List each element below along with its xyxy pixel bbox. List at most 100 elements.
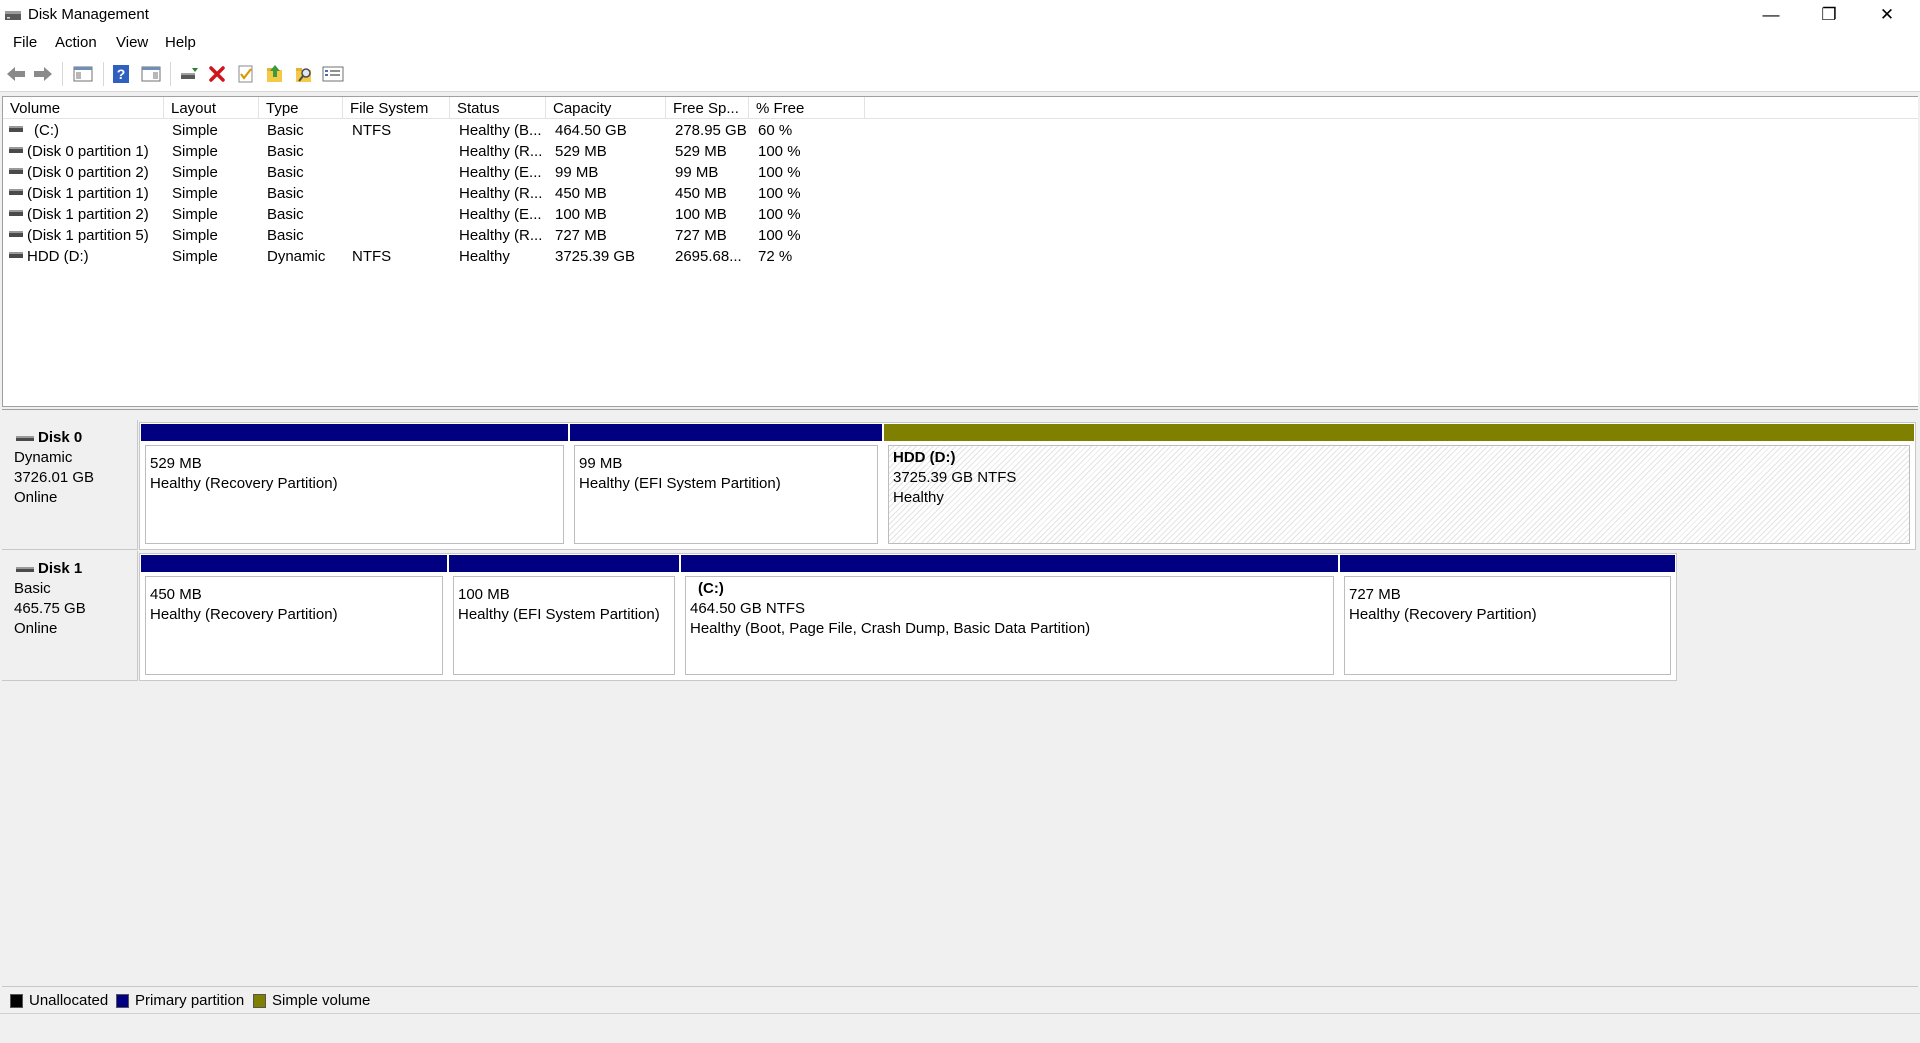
disk-graphical-view: Disk 0 Dynamic 3726.01 GB Online 529 MB … [2, 409, 1918, 1009]
partition-details: HDD (D:) 3725.39 GB NTFS Healthy [888, 445, 1910, 544]
close-button[interactable]: ✕ [1858, 0, 1916, 30]
settings-list-button[interactable] [321, 62, 345, 86]
column-header-layout[interactable]: Layout [164, 97, 259, 119]
search-folder-icon [296, 68, 311, 82]
legend-swatch [10, 993, 23, 1008]
partition-size: 464.50 GB NTFS [690, 600, 806, 617]
forward-button[interactable] [31, 62, 55, 86]
menu-file[interactable]: File [11, 34, 39, 51]
volume-free-space: 100 MB [675, 206, 727, 223]
volume-row[interactable]: (Disk 1 partition 1) Simple Basic Health… [3, 183, 1918, 204]
volume-percent-free: 100 % [758, 143, 801, 160]
volume-layout: Simple [172, 248, 218, 265]
disk-1-partition-1[interactable]: 450 MB Healthy (Recovery Partition) [141, 555, 447, 679]
volume-percent-free: 100 % [758, 164, 801, 181]
disk-1-volume-c[interactable]: (C:) 464.50 GB NTFS Healthy (Boot, Page … [681, 555, 1338, 679]
volume-row[interactable]: (Disk 1 partition 2) Simple Basic Health… [3, 204, 1918, 225]
properties-button[interactable] [234, 62, 258, 86]
partition-details: 450 MB Healthy (Recovery Partition) [145, 576, 443, 675]
column-header-free-space[interactable]: Free Sp... [666, 97, 749, 119]
volume-name: HDD (D:) [27, 248, 89, 265]
legend-label: Unallocated [29, 992, 109, 1009]
partition-details: 727 MB Healthy (Recovery Partition) [1344, 576, 1671, 675]
volume-capacity: 464.50 GB [555, 122, 627, 139]
disk-kind: Dynamic [14, 449, 73, 466]
svg-text:?: ? [117, 66, 126, 82]
window-title: Disk Management [28, 6, 149, 23]
disk-1-partition-2[interactable]: 100 MB Healthy (EFI System Partition) [449, 555, 679, 679]
primary-partition-band [141, 555, 447, 572]
legend-unallocated: Unallocated [10, 992, 108, 1009]
volume-row[interactable]: HDD (D:) Simple Dynamic NTFS Healthy 372… [3, 246, 1918, 267]
primary-partition-band [141, 424, 568, 441]
disk-0-partition-2[interactable]: 99 MB Healthy (EFI System Partition) [570, 424, 882, 548]
column-header-type[interactable]: Type [259, 97, 343, 119]
partition-details: 99 MB Healthy (EFI System Partition) [574, 445, 878, 544]
legend-primary-partition: Primary partition [116, 992, 244, 1009]
volume-layout: Simple [172, 122, 218, 139]
search-folder-button[interactable] [292, 62, 316, 86]
help-icon: ? [113, 65, 129, 83]
help-button[interactable]: ? [109, 62, 133, 86]
show-hide-console-tree-button[interactable] [71, 62, 95, 86]
menu-action[interactable]: Action [53, 34, 99, 51]
connect-virtual-disk-button[interactable] [177, 62, 201, 86]
volume-icon [9, 231, 23, 237]
partition-volume-name: HDD (D:) [893, 449, 956, 466]
minimize-icon: — [1762, 5, 1780, 24]
disk-kind: Basic [14, 580, 51, 597]
volume-status: Healthy (R... [459, 185, 543, 202]
menu-view[interactable]: View [114, 34, 150, 51]
toolbar: ? [0, 56, 1920, 92]
status-bar [0, 1013, 1920, 1043]
up-folder-button[interactable] [263, 62, 287, 86]
column-header-percent-free[interactable]: % Free [749, 97, 865, 119]
volume-capacity: 450 MB [555, 185, 607, 202]
volume-row[interactable]: (Disk 0 partition 1) Simple Basic Health… [3, 141, 1918, 162]
menu-help[interactable]: Help [163, 34, 198, 51]
volume-status: Healthy (R... [459, 227, 543, 244]
volume-name: (Disk 0 partition 2) [27, 164, 149, 181]
volume-layout: Simple [172, 227, 218, 244]
volume-name: (Disk 1 partition 5) [27, 227, 149, 244]
volume-capacity: 529 MB [555, 143, 607, 160]
close-icon: ✕ [1879, 5, 1895, 24]
primary-partition-band [1340, 555, 1675, 572]
volume-percent-free: 60 % [758, 122, 793, 139]
volume-name: (Disk 1 partition 1) [27, 185, 149, 202]
disk-state: Online [14, 620, 58, 637]
volume-status: Healthy (R... [459, 143, 543, 160]
partition-size: 99 MB [579, 455, 623, 472]
column-header-file-system[interactable]: File System [343, 97, 450, 119]
column-header-volume[interactable]: Volume [3, 97, 164, 119]
volume-row[interactable]: (Disk 0 partition 2) Simple Basic Health… [3, 162, 1918, 183]
back-button[interactable] [4, 62, 28, 86]
disk-0-partition-1[interactable]: 529 MB Healthy (Recovery Partition) [141, 424, 568, 548]
volume-row[interactable]: (C:) Simple Basic NTFS Healthy (B... 464… [3, 120, 1918, 141]
delete-button[interactable] [205, 62, 229, 86]
disk-0-volume-hdd-d[interactable]: HDD (D:) 3725.39 GB NTFS Healthy [884, 424, 1914, 548]
column-header-status[interactable]: Status [450, 97, 546, 119]
legend: Unallocated Primary partition Simple vol… [2, 986, 1918, 1012]
simple-volume-band [884, 424, 1914, 441]
volume-list-header: Volume Layout Type File System Status Ca… [3, 97, 1918, 119]
partition-size: 3725.39 GB NTFS [893, 469, 1017, 486]
disk-1-partition-5[interactable]: 727 MB Healthy (Recovery Partition) [1340, 555, 1675, 679]
disk-size: 3726.01 GB [14, 469, 95, 486]
minimize-button[interactable]: — [1742, 0, 1800, 30]
volume-status: Healthy [459, 248, 510, 265]
volume-capacity: 99 MB [555, 164, 599, 181]
disk-1-info[interactable]: Disk 1 Basic 465.75 GB Online [2, 551, 138, 681]
show-hide-action-pane-button[interactable] [139, 62, 163, 86]
primary-partition-band [681, 555, 1338, 572]
title-bar: Disk Management — ❐ ✕ [0, 0, 1920, 30]
disk-0-info[interactable]: Disk 0 Dynamic 3726.01 GB Online [2, 420, 138, 550]
volume-layout: Simple [172, 206, 218, 223]
volume-icon [9, 189, 23, 195]
volume-row[interactable]: (Disk 1 partition 5) Simple Basic Health… [3, 225, 1918, 246]
volume-status: Healthy (E... [459, 206, 542, 223]
restore-button[interactable]: ❐ [1800, 0, 1858, 30]
volume-free-space: 529 MB [675, 143, 727, 160]
volume-icon [9, 252, 23, 258]
column-header-capacity[interactable]: Capacity [546, 97, 666, 119]
